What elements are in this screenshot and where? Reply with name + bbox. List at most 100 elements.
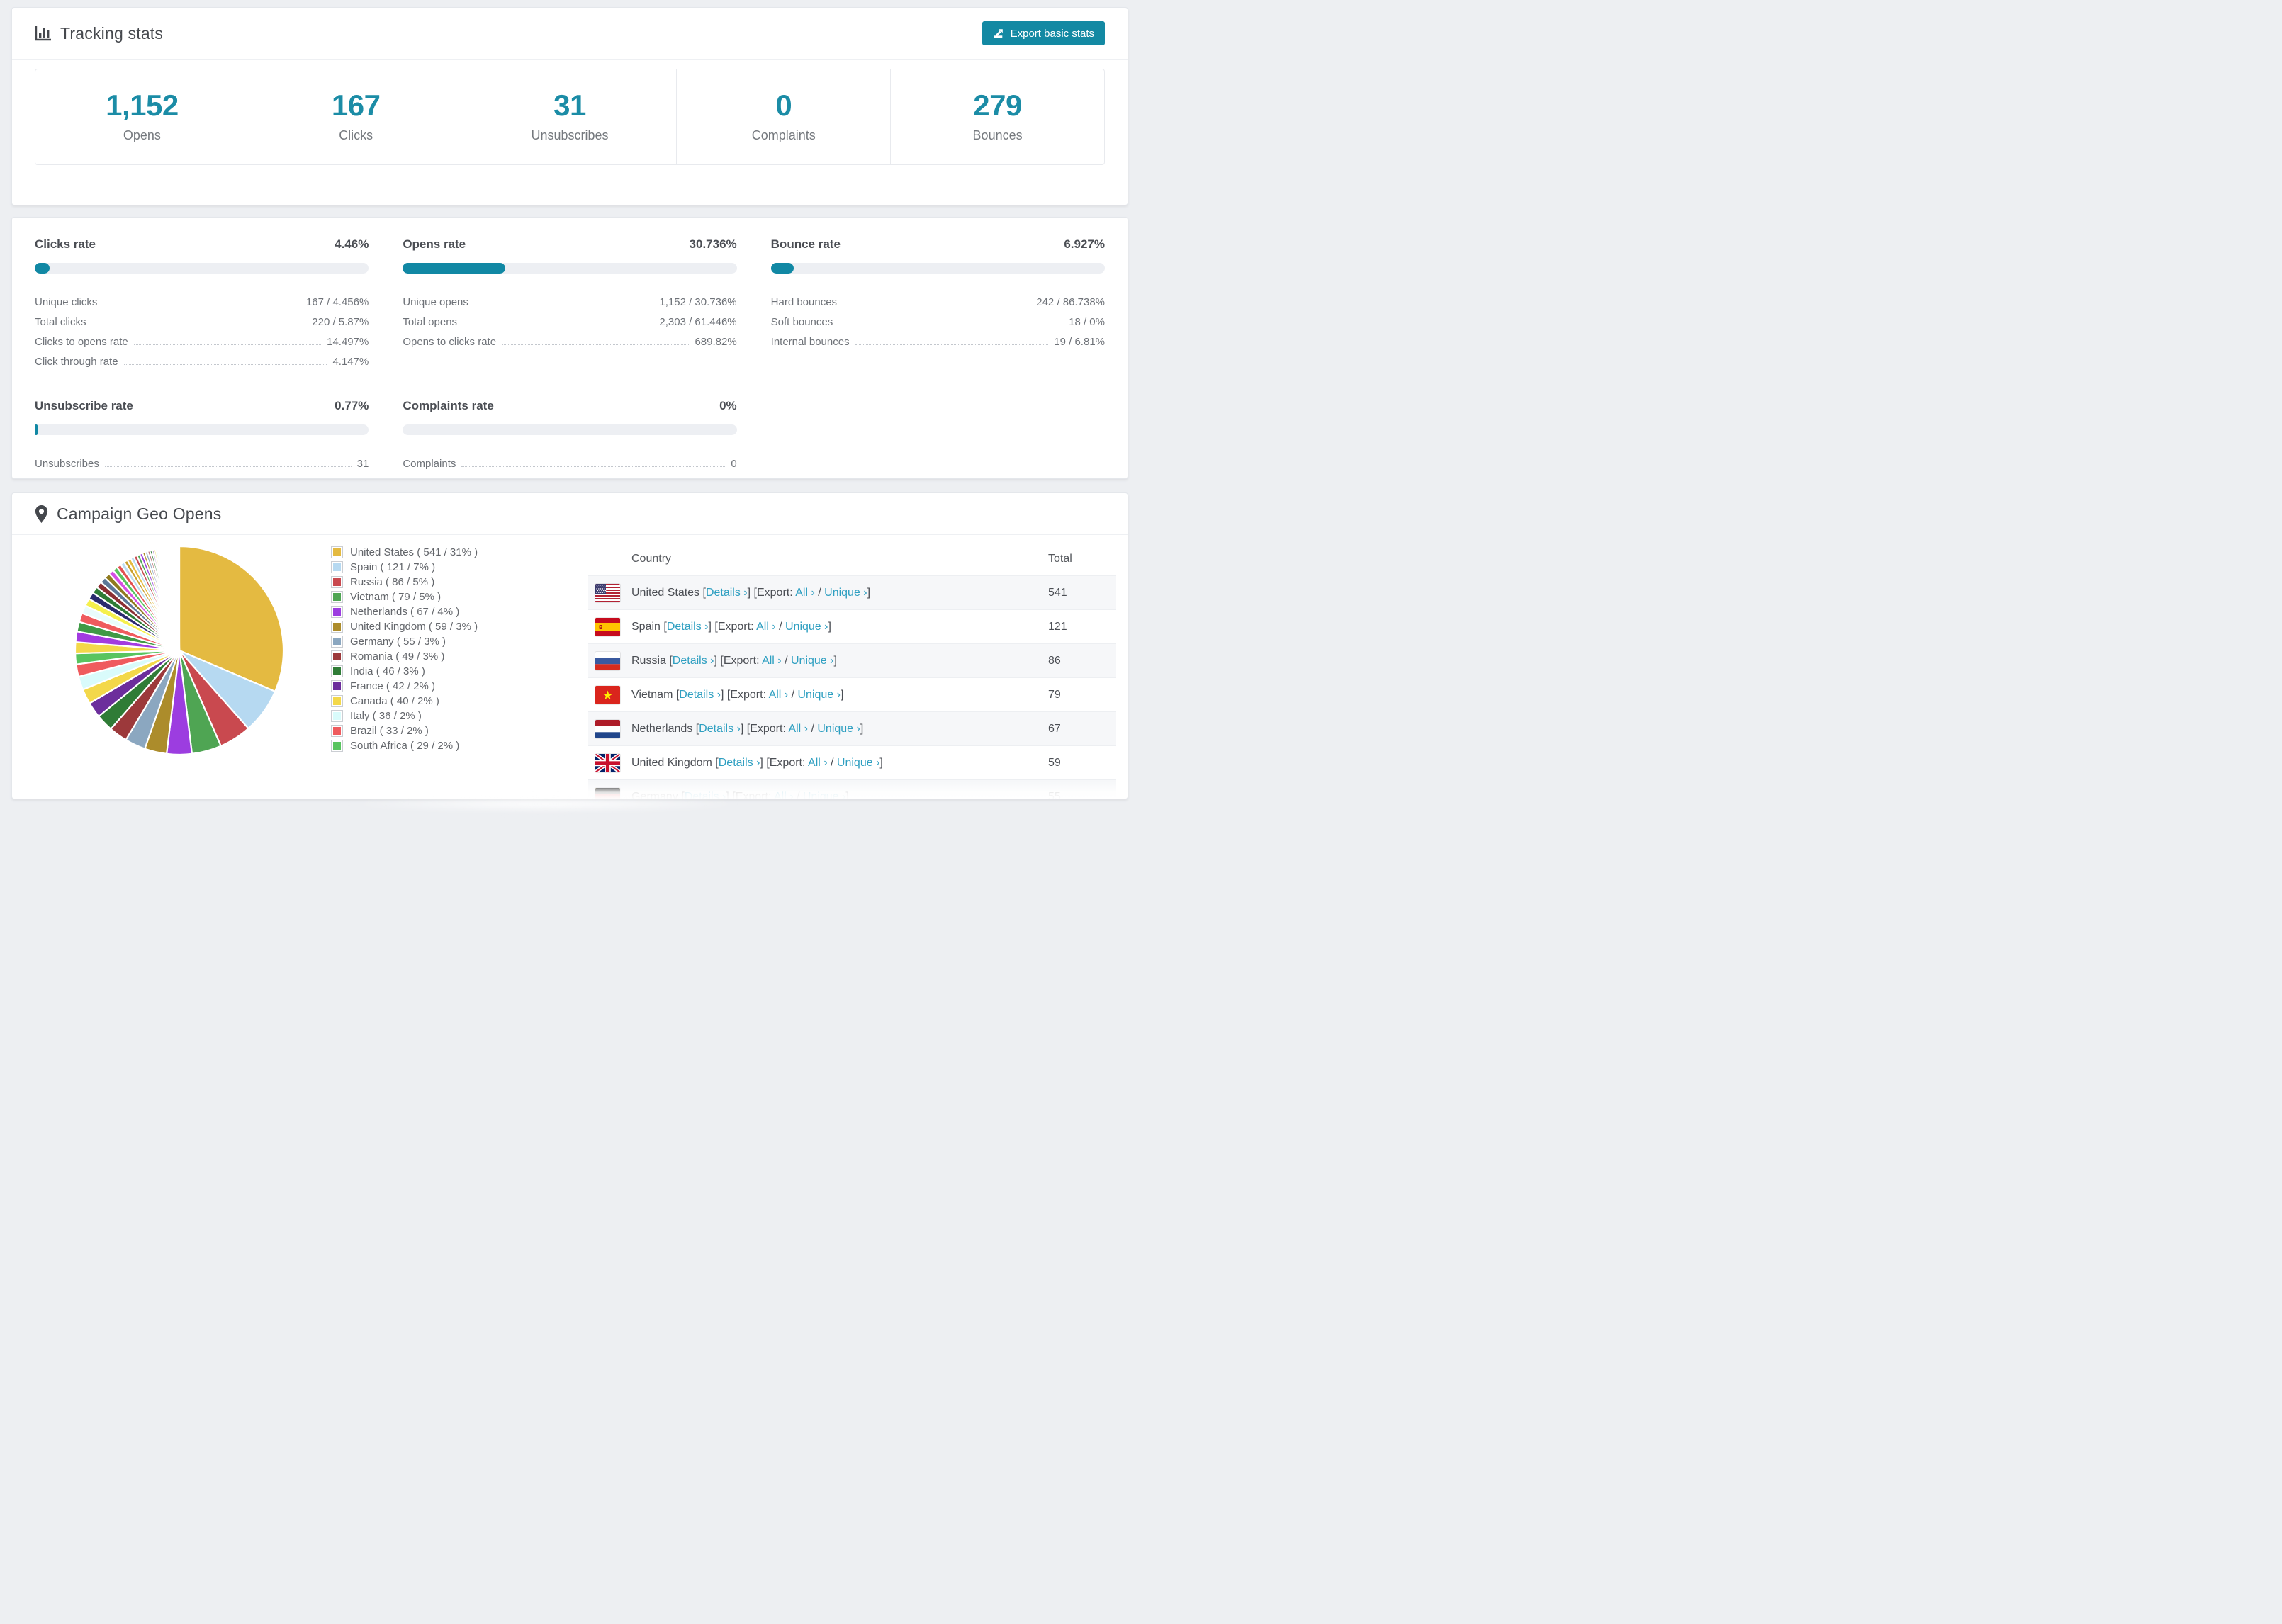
legend-item: Russia ( 86 / 5% ) (331, 575, 478, 590)
clicks-rate-block: Clicks rate 4.46% Unique clicks 167 / 4.4… (35, 237, 369, 368)
legend-item: South Africa ( 29 / 2% ) (331, 738, 478, 753)
legend-swatch (331, 725, 343, 737)
flag-us-icon (595, 583, 620, 602)
metric-row: Internal bounces 19 / 6.81% (770, 336, 1105, 348)
country-name: Russia (631, 654, 666, 667)
export-all-link[interactable]: All › (756, 621, 776, 633)
country-total: 121 (1048, 620, 1067, 633)
legend-item: United States ( 541 / 31% ) (331, 545, 478, 560)
export-basic-stats-button[interactable]: Export basic stats (982, 21, 1105, 45)
geo-title: Campaign Geo Opens (57, 504, 222, 523)
metric-row: Total clicks 220 / 5.87% (35, 316, 369, 328)
complaints-rate-title: Complaints rate (403, 399, 494, 412)
bounce-rate-value: 6.927% (1064, 237, 1105, 251)
legend-swatch (331, 561, 343, 573)
metric-row: Complaints 0 (403, 458, 737, 470)
complaints-rate-block: Complaints rate 0% Complaints 0 (403, 399, 737, 470)
table-row-us: United States [Details ›] [Export: All ›… (588, 575, 1116, 609)
legend-item: Spain ( 121 / 7% ) (331, 560, 478, 575)
details-link[interactable]: Details › (667, 621, 709, 633)
metric-row: Unique clicks 167 / 4.456% (35, 296, 369, 308)
clicks-count: 167 (331, 89, 381, 122)
table-header: Country Total (588, 543, 1116, 575)
export-all-link[interactable]: All › (795, 587, 815, 599)
metric-row: Unique opens 1,152 / 30.736% (403, 296, 737, 308)
unsubscribe-rate-value: 0.77% (335, 399, 369, 412)
country-total: 59 (1048, 756, 1061, 769)
export-all-link[interactable]: All › (808, 757, 828, 769)
export-unique-link[interactable]: Unique › (817, 723, 860, 735)
geo-legend: United States ( 541 / 31% ) Spain ( 121 /… (331, 545, 478, 753)
clicks-rate-title: Clicks rate (35, 237, 96, 251)
opens-rate-bar (403, 263, 737, 274)
flag-es-icon (595, 617, 620, 636)
table-row-gb: United Kingdom [Details ›] [Export: All … (588, 745, 1116, 779)
legend-item: Germany ( 55 / 3% ) (331, 634, 478, 649)
unsubscribes-count: 31 (553, 89, 586, 122)
legend-item: India ( 46 / 3% ) (331, 664, 478, 679)
country-name: Vietnam (631, 688, 673, 701)
metric-row: Click through rate 4.147% (35, 356, 369, 368)
details-link[interactable]: Details › (706, 587, 748, 599)
unsubscribe-rate-block: Unsubscribe rate 0.77% Unsubscribes 31 (35, 399, 369, 470)
bounce-rate-bar (770, 263, 1105, 274)
legend-swatch (331, 576, 343, 588)
metric-row: Hard bounces 242 / 86.738% (770, 296, 1105, 308)
table-row-es: Spain [Details ›] [Export: All › / Uniqu… (588, 609, 1116, 643)
country-name: Spain (631, 620, 661, 633)
details-link[interactable]: Details › (673, 655, 714, 667)
opens-rate-title: Opens rate (403, 237, 466, 251)
legend-swatch (331, 740, 343, 752)
legend-item: Italy ( 36 / 2% ) (331, 709, 478, 723)
tracking-stats-card: Tracking stats Export basic stats 1,152 … (11, 7, 1128, 205)
export-all-link[interactable]: All › (769, 689, 789, 701)
legend-swatch (331, 665, 343, 677)
country-total: 79 (1048, 688, 1061, 701)
opens-rate-value: 30.736% (689, 237, 737, 251)
metric-row: Unsubscribes 31 (35, 458, 369, 470)
details-link[interactable]: Details › (699, 723, 741, 735)
complaints-count: 0 (775, 89, 792, 122)
legend-item: Brazil ( 33 / 2% ) (331, 723, 478, 738)
details-link[interactable]: Details › (679, 689, 721, 701)
legend-swatch (331, 710, 343, 722)
legend-swatch (331, 636, 343, 648)
export-unique-link[interactable]: Unique › (824, 587, 867, 599)
geo-header: Campaign Geo Opens (12, 493, 1128, 535)
table-row-nl: Netherlands [Details ›] [Export: All › /… (588, 711, 1116, 745)
flag-nl-icon (595, 719, 620, 738)
export-all-link[interactable]: All › (788, 723, 808, 735)
country-name: United States (631, 586, 700, 599)
legend-item: Romania ( 49 / 3% ) (331, 649, 478, 664)
legend-item: United Kingdom ( 59 / 3% ) (331, 619, 478, 634)
stat-clicks: 167 Clicks (249, 69, 463, 164)
page-title: Tracking stats (60, 23, 164, 43)
legend-item: France ( 42 / 2% ) (331, 679, 478, 694)
legend-swatch (331, 606, 343, 618)
export-unique-link[interactable]: Unique › (785, 621, 828, 633)
legend-swatch (331, 695, 343, 707)
stat-opens: 1,152 Opens (35, 69, 249, 164)
export-all-link[interactable]: All › (762, 655, 782, 667)
country-total: 86 (1048, 654, 1061, 667)
legend-item: Vietnam ( 79 / 5% ) (331, 590, 478, 604)
export-unique-link[interactable]: Unique › (837, 757, 879, 769)
export-unique-link[interactable]: Unique › (791, 655, 833, 667)
map-marker-icon (35, 504, 48, 523)
bounce-rate-block: Bounce rate 6.927% Hard bounces 242 / 86.… (770, 237, 1105, 368)
page-glow (347, 796, 744, 812)
country-name: United Kingdom (631, 756, 712, 769)
flag-ru-icon (595, 651, 620, 670)
country-name: Netherlands (631, 722, 693, 735)
country-column-header: Country (631, 553, 672, 565)
geo-opens-pie-chart (74, 545, 285, 756)
bar-chart-icon (35, 26, 52, 41)
stat-unsubscribes: 31 Unsubscribes (463, 69, 678, 164)
legend-swatch (331, 546, 343, 558)
stats-summary-row: 1,152 Opens 167 Clicks 31 Unsubscribes 0… (35, 69, 1105, 165)
unsubscribe-rate-bar (35, 424, 369, 435)
opens-count: 1,152 (106, 89, 179, 122)
export-unique-link[interactable]: Unique › (797, 689, 840, 701)
opens-rate-block: Opens rate 30.736% Unique opens 1,152 / 3… (403, 237, 737, 368)
details-link[interactable]: Details › (719, 757, 760, 769)
